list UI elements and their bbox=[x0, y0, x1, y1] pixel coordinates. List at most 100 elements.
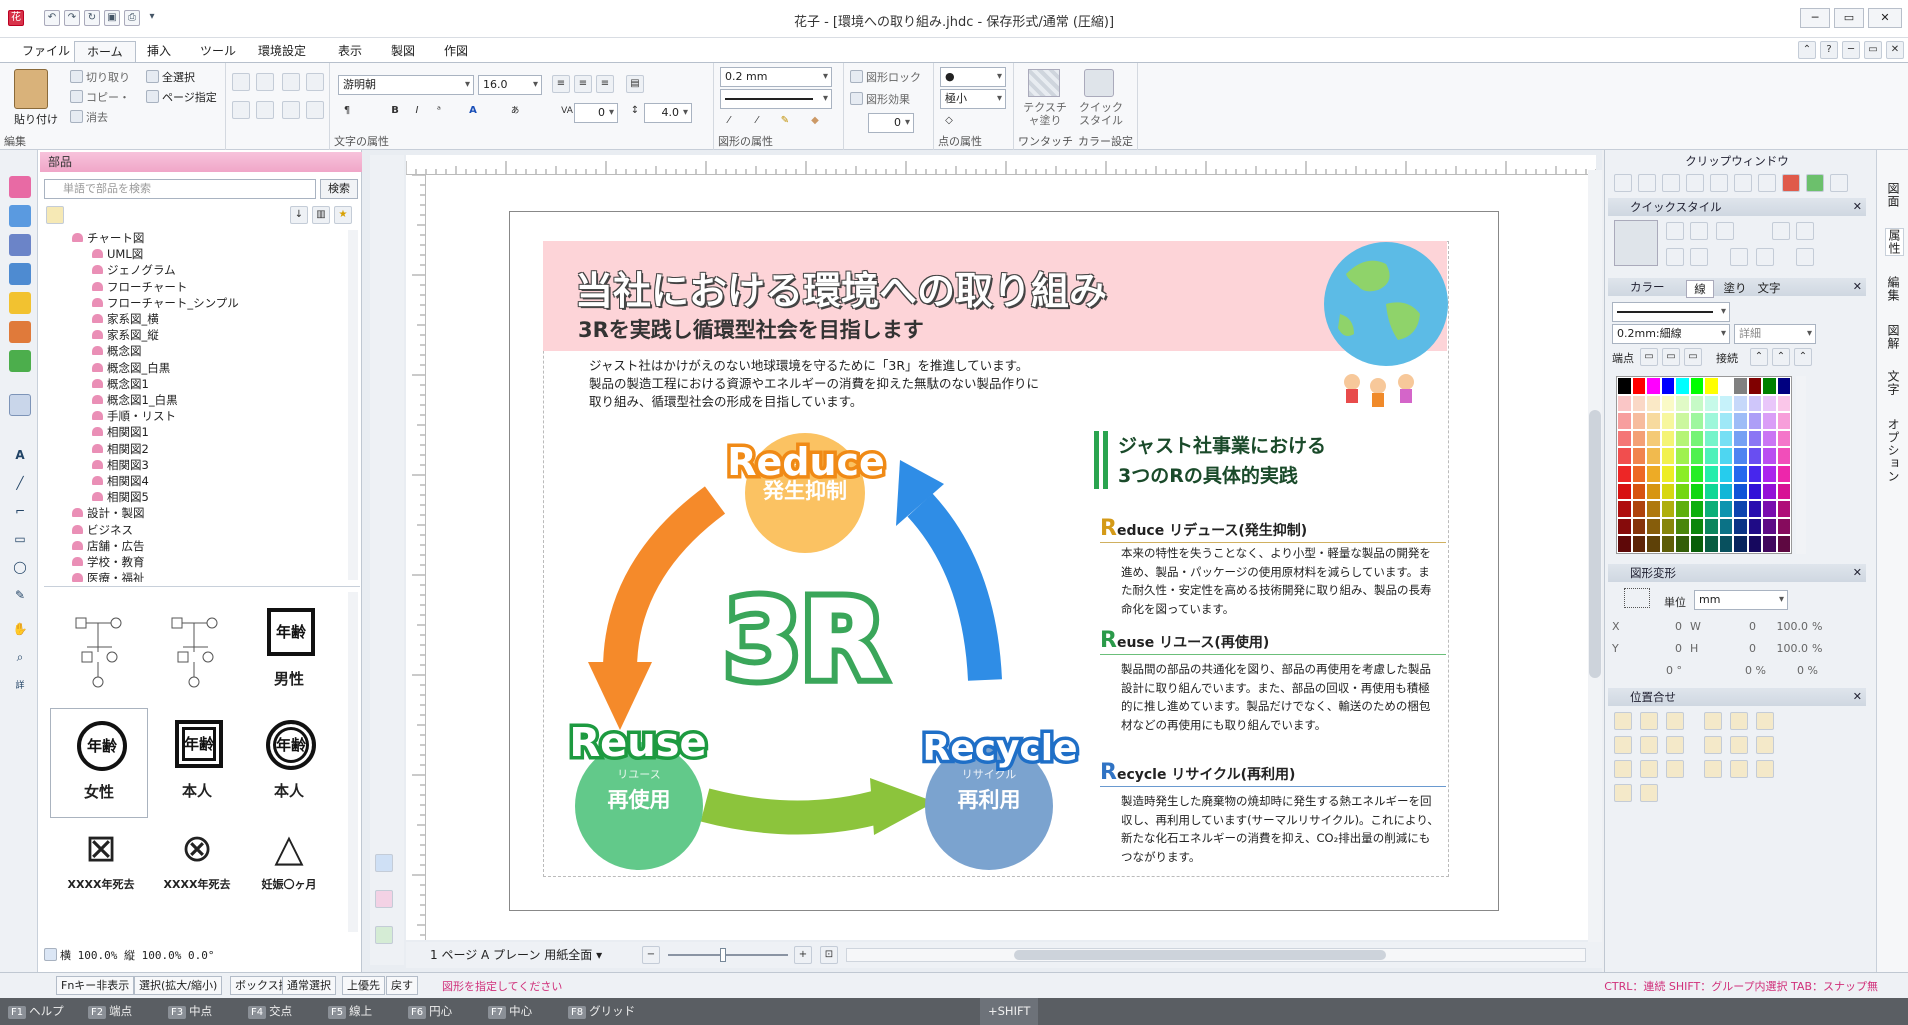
zoom-icon[interactable]: ⌕ bbox=[9, 650, 31, 672]
zoom-slider-thumb[interactable] bbox=[720, 948, 726, 962]
qs-icon-7[interactable] bbox=[1690, 248, 1708, 266]
thumb-scrollbar[interactable] bbox=[348, 592, 358, 932]
clip-icon-7[interactable] bbox=[1758, 174, 1776, 192]
zoom-out-icon[interactable]: − bbox=[642, 946, 660, 964]
erase-button[interactable]: 消去 bbox=[70, 109, 108, 125]
palette-swatch[interactable] bbox=[1704, 412, 1719, 430]
view-mode-icon-3[interactable] bbox=[375, 926, 393, 944]
palette-swatch[interactable] bbox=[1617, 517, 1632, 536]
palette-swatch[interactable] bbox=[1776, 429, 1791, 448]
palette-swatch[interactable] bbox=[1776, 412, 1791, 430]
practice-title[interactable]: ジャスト社事業における 3つのRの具体的実践 bbox=[1118, 431, 1326, 491]
tree-item[interactable]: 概念図 bbox=[92, 343, 142, 359]
align-icon-12[interactable] bbox=[1756, 736, 1774, 754]
x-value[interactable]: 0 bbox=[1642, 620, 1682, 633]
part-thumbnail[interactable]: 年齢 女性 bbox=[50, 708, 148, 818]
palette-swatch[interactable] bbox=[1631, 394, 1646, 413]
palette-swatch[interactable] bbox=[1733, 535, 1748, 553]
shapes-icon[interactable] bbox=[9, 234, 31, 256]
palette-swatch[interactable] bbox=[1617, 447, 1632, 465]
maximize-button[interactable]: ▭ bbox=[1834, 8, 1864, 28]
download-icon[interactable]: ↓ bbox=[290, 206, 308, 224]
detail-select[interactable]: 詳細 bbox=[1734, 324, 1816, 344]
palette-swatch[interactable] bbox=[1776, 517, 1791, 536]
qs-icon-5[interactable] bbox=[1796, 222, 1814, 240]
palette-swatch[interactable] bbox=[1704, 377, 1719, 395]
unit-select[interactable]: mm bbox=[1694, 590, 1788, 610]
qs-icon-2[interactable] bbox=[1690, 222, 1708, 240]
color-tab-text[interactable]: 文字 bbox=[1754, 280, 1784, 296]
palette-swatch[interactable] bbox=[1660, 447, 1675, 465]
x-percent[interactable]: 100.0 bbox=[1762, 620, 1809, 633]
align-icon-10[interactable] bbox=[1704, 736, 1722, 754]
line-style-select[interactable] bbox=[720, 89, 832, 109]
fit-page-icon[interactable]: ⊡ bbox=[820, 946, 838, 964]
three-r-logo[interactable]: 3R bbox=[700, 574, 910, 706]
close-button[interactable]: ✕ bbox=[1868, 8, 1902, 28]
status-button[interactable]: 通常選択 bbox=[282, 976, 336, 995]
fkey-item[interactable]: F5 線上 bbox=[328, 998, 372, 1025]
align-icon-15[interactable] bbox=[1666, 760, 1684, 778]
reuse-body[interactable]: 製品間の部品の共通化を図り、部品の再使用を考慮した製品設計に取り組んでいます。ま… bbox=[1121, 660, 1441, 734]
align-icon-13[interactable] bbox=[1614, 760, 1632, 778]
y-value[interactable]: 0 bbox=[1642, 642, 1682, 655]
qs-icon-10[interactable] bbox=[1796, 248, 1814, 266]
arrange-icon-2[interactable] bbox=[256, 73, 274, 91]
palette-swatch[interactable] bbox=[1675, 535, 1690, 553]
doc-minimize-icon[interactable]: ─ bbox=[1842, 41, 1860, 59]
detail-icon[interactable]: 詳 bbox=[9, 678, 31, 700]
palette-swatch[interactable] bbox=[1660, 377, 1675, 395]
align-right-icon[interactable]: ≡ bbox=[596, 75, 614, 93]
align-center-icon[interactable]: ≡ bbox=[574, 75, 592, 93]
palette-swatch[interactable] bbox=[1733, 377, 1748, 395]
cut-button[interactable]: 切り取り bbox=[70, 69, 130, 85]
arrange-icon-8[interactable] bbox=[306, 101, 324, 119]
clip-icon-2[interactable] bbox=[1638, 174, 1656, 192]
palette-swatch[interactable] bbox=[1762, 429, 1777, 448]
clip-icon-3[interactable] bbox=[1662, 174, 1680, 192]
tree-item[interactable]: 店舗・広告 bbox=[72, 538, 145, 554]
underline-icon[interactable]: ᵃ bbox=[430, 103, 448, 121]
fkey-item[interactable]: F3 中点 bbox=[168, 998, 212, 1025]
palette-swatch[interactable] bbox=[1747, 464, 1762, 483]
palette-swatch[interactable] bbox=[1617, 429, 1632, 448]
clip-icon-1[interactable] bbox=[1614, 174, 1632, 192]
palette-swatch[interactable] bbox=[1704, 482, 1719, 501]
transform-close-icon[interactable]: ✕ bbox=[1853, 564, 1862, 582]
tree-item[interactable]: 設計・製図 bbox=[72, 505, 145, 521]
tree-item[interactable]: チャート図 bbox=[72, 230, 144, 246]
tab-home[interactable]: ホーム bbox=[74, 41, 136, 62]
palette-swatch[interactable] bbox=[1733, 482, 1748, 501]
trash-icon[interactable]: ▥ bbox=[312, 206, 330, 224]
palette-swatch[interactable] bbox=[1675, 482, 1690, 501]
h-value[interactable]: 0 bbox=[1716, 642, 1756, 655]
palette-swatch[interactable] bbox=[1646, 464, 1661, 483]
palette-swatch[interactable] bbox=[1631, 429, 1646, 448]
texture-fill-button[interactable]: テクスチャ塗り bbox=[1020, 101, 1070, 127]
tab-view[interactable]: 表示 bbox=[326, 41, 374, 62]
line-width-combo[interactable]: 0.2mm:細線 bbox=[1612, 324, 1730, 344]
vertical-scroll-thumb[interactable] bbox=[1589, 410, 1601, 678]
palette-swatch[interactable] bbox=[1762, 447, 1777, 465]
palette-swatch[interactable] bbox=[1718, 500, 1733, 518]
tab-drafting[interactable]: 製図 bbox=[379, 41, 427, 62]
tree-item[interactable]: 医療・福祉 bbox=[72, 570, 145, 582]
part-thumbnail[interactable]: △ 妊娠〇ヶ月 bbox=[240, 820, 338, 930]
tree-item[interactable]: 概念図_白黒 bbox=[92, 360, 170, 376]
palette-swatch[interactable] bbox=[1704, 535, 1719, 553]
clip-icon-9[interactable] bbox=[1806, 174, 1824, 192]
doc-restore-icon[interactable]: ▭ bbox=[1864, 41, 1882, 59]
palette-swatch[interactable] bbox=[1646, 517, 1661, 536]
palette-swatch[interactable] bbox=[1660, 394, 1675, 413]
palette-swatch[interactable] bbox=[1704, 394, 1719, 413]
part-thumbnail[interactable]: 年齢 男性 bbox=[240, 596, 338, 706]
clip-icon-4[interactable] bbox=[1686, 174, 1704, 192]
join-icon-1[interactable]: ⌃ bbox=[1750, 348, 1768, 366]
page-info[interactable]: 1 ページ A プレーン 用紙全面 ▾ bbox=[430, 942, 602, 968]
palette-swatch[interactable] bbox=[1762, 535, 1777, 553]
palette-swatch[interactable] bbox=[1776, 377, 1791, 395]
palette-swatch[interactable] bbox=[1689, 482, 1704, 501]
part-thumbnail[interactable] bbox=[52, 596, 150, 706]
skew-value-2[interactable]: 0 % bbox=[1772, 664, 1818, 677]
align-icon-4[interactable] bbox=[1704, 712, 1722, 730]
